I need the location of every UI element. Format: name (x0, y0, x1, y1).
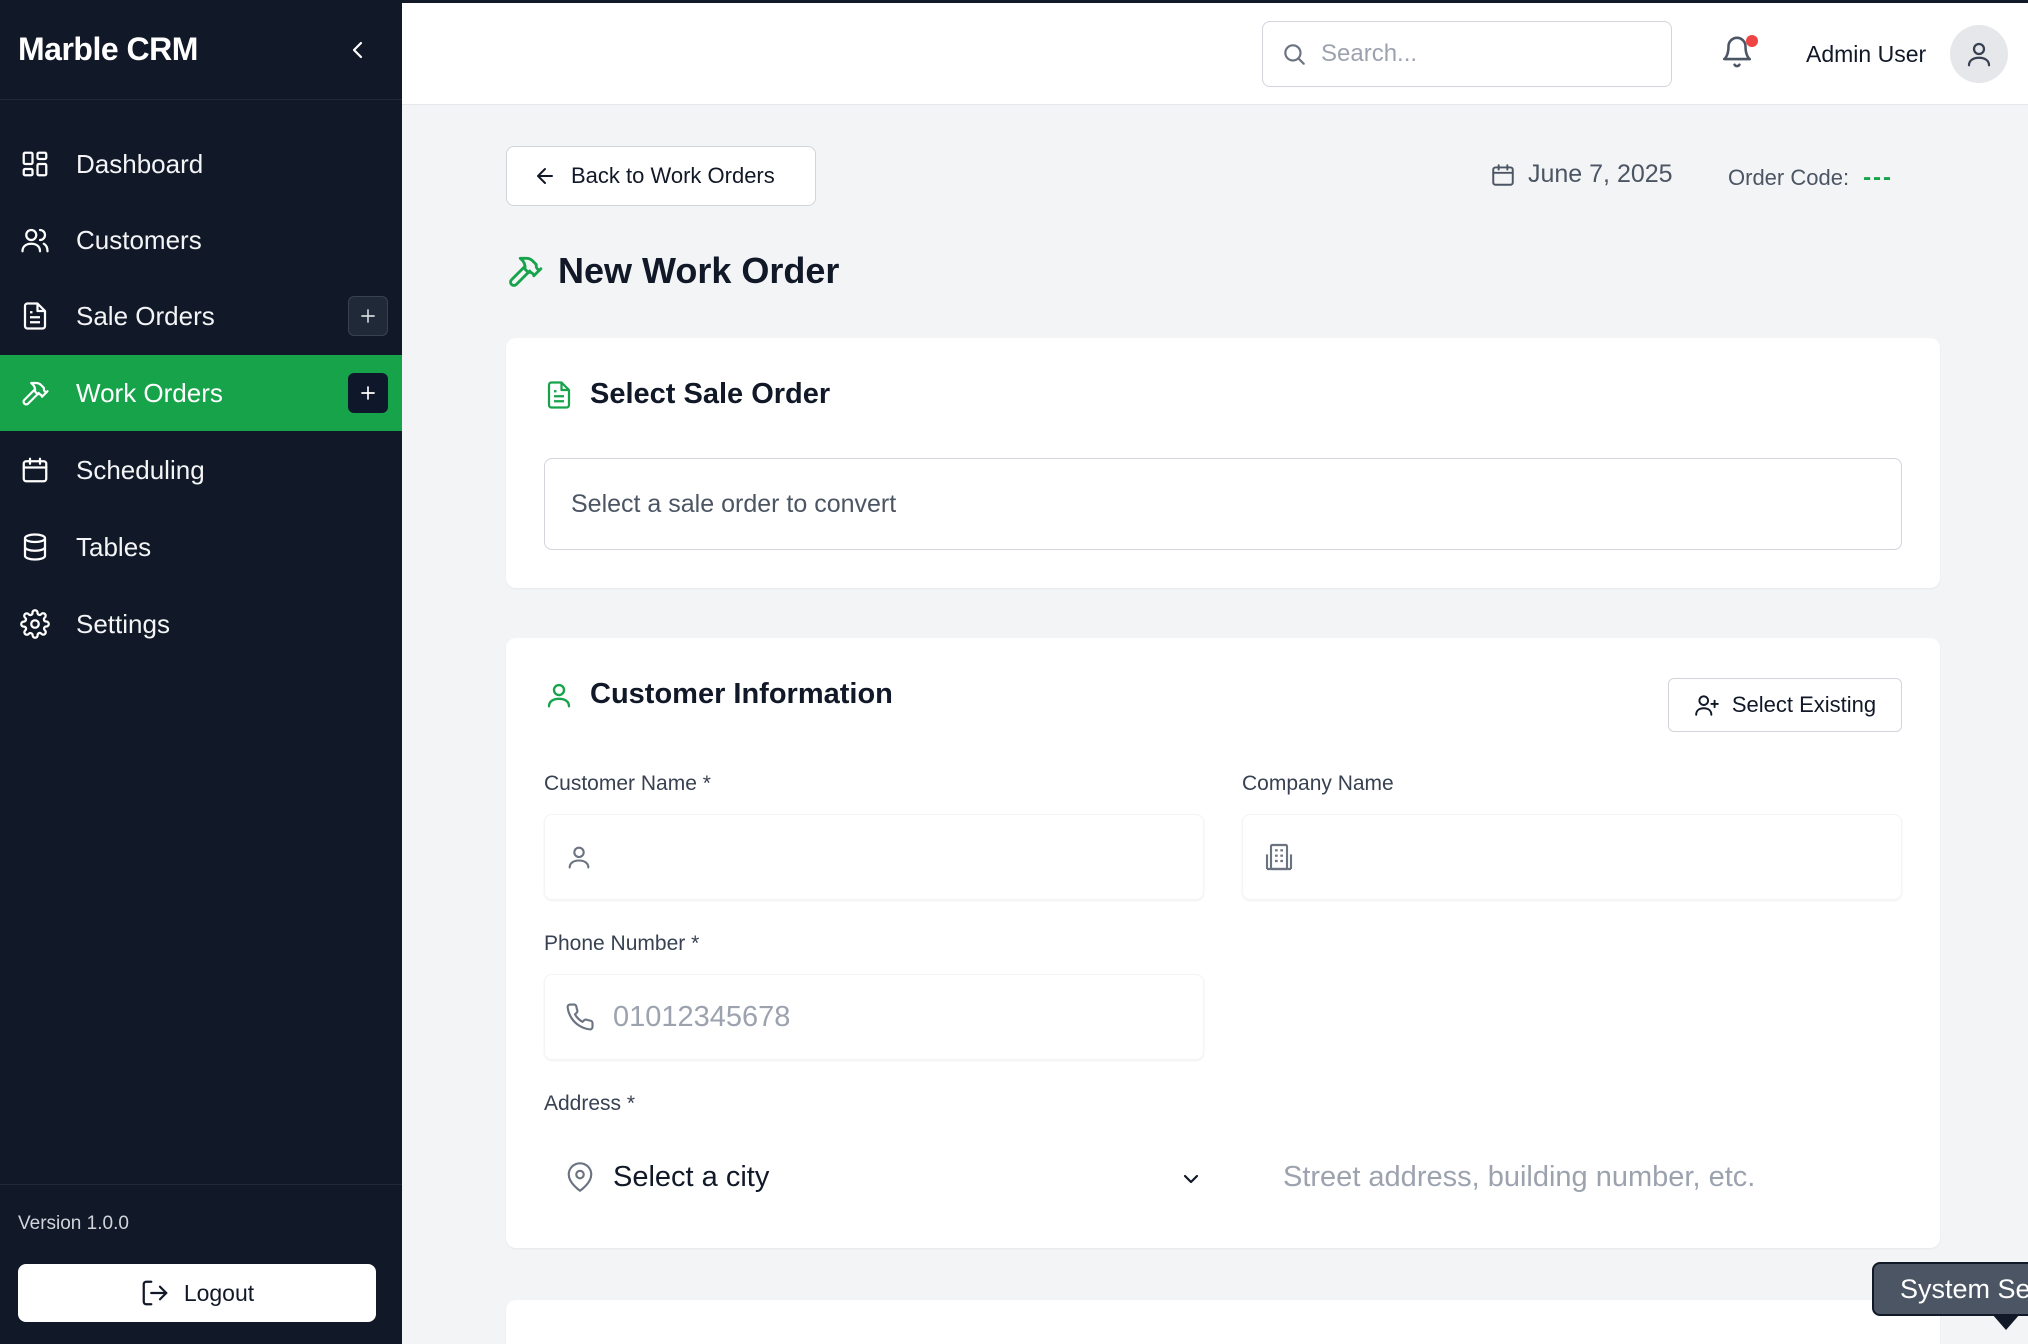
top-border (0, 0, 2028, 3)
sidebar-item-sale-orders[interactable]: Sale Orders (0, 278, 402, 354)
chevron-down-icon (1183, 1174, 1199, 1184)
sidebar-item-label: Work Orders (76, 377, 223, 408)
search-icon (1284, 44, 1305, 65)
topbar: Admin User (402, 3, 2028, 105)
select-existing-label: Select Existing (1731, 692, 1877, 717)
customer-title-text: Customer Information (590, 678, 893, 710)
company-name-field[interactable] (1242, 814, 1902, 900)
date-text: June 7, 2025 (1528, 160, 1673, 188)
chevron-left-icon (352, 41, 363, 58)
select-existing-button[interactable]: Select Existing (1668, 678, 1902, 732)
address-label: Address * (544, 1092, 636, 1115)
document-icon (18, 299, 52, 333)
phone-input[interactable] (613, 1000, 1173, 1034)
user-plus-icon (1695, 695, 1719, 716)
phone-label: Phone Number * (544, 932, 700, 955)
order-date: June 7, 2025 (1490, 160, 1673, 189)
customer-name-label: Customer Name * (544, 772, 711, 795)
notification-badge (1746, 35, 1758, 47)
customer-name-input[interactable] (611, 840, 1171, 874)
sidebar-item-label: Tables (76, 531, 152, 562)
plus-icon (361, 386, 375, 400)
sidebar-item-label: Customers (76, 224, 202, 255)
plus-icon (361, 309, 375, 323)
street-address-input[interactable] (1283, 1160, 1883, 1194)
back-label: Back to Work Orders (571, 163, 775, 188)
sidebar-item-scheduling[interactable]: Scheduling (0, 432, 402, 508)
tooltip: System Se (1872, 1262, 2028, 1316)
add-sale-order-button[interactable] (348, 296, 388, 336)
city-select[interactable]: Select a city (544, 1134, 1204, 1220)
gear-icon (18, 607, 52, 641)
sidebar-item-tables[interactable]: Tables (0, 509, 402, 585)
sidebar-item-label: Sale Orders (76, 300, 215, 331)
version-text: Version 1.0.0 (18, 1213, 129, 1234)
database-icon (18, 530, 52, 564)
company-name-label: Company Name (1242, 772, 1394, 795)
next-card (506, 1300, 1940, 1344)
sidebar-item-label: Scheduling (76, 454, 205, 485)
notifications-button[interactable] (1720, 35, 1760, 75)
logout-label: Logout (183, 1279, 255, 1306)
logout-button[interactable]: Logout (18, 1264, 376, 1322)
add-work-order-button[interactable] (348, 373, 388, 413)
sidebar: Marble CRM Dashboard Customers Sale Orde… (0, 0, 402, 1344)
avatar[interactable] (1950, 25, 2008, 83)
document-icon (547, 380, 571, 409)
logout-icon (142, 1280, 168, 1306)
order-code-label: Order Code: (1728, 165, 1850, 190)
sale-order-select[interactable]: Select a sale order to convert (544, 458, 1902, 550)
order-code: Order Code: --- (1728, 164, 1893, 192)
brand-logo: Marble CRM (18, 31, 198, 67)
sale-order-select-placeholder: Select a sale order to convert (571, 489, 897, 518)
customer-card-title: Customer Information (544, 678, 893, 711)
tooltip-arrow (1992, 1314, 2020, 1330)
sidebar-item-settings[interactable]: Settings (0, 586, 402, 662)
street-address-field[interactable] (1242, 1134, 1902, 1220)
city-select-value: Select a city (613, 1160, 770, 1193)
order-code-value: --- (1863, 164, 1894, 191)
hammer-icon (509, 256, 543, 287)
calendar-icon (1492, 163, 1514, 186)
collapse-sidebar-button[interactable] (338, 30, 378, 70)
arrow-left-icon (537, 168, 553, 184)
sidebar-item-work-orders[interactable]: Work Orders (0, 355, 402, 431)
user-icon (568, 846, 590, 869)
sidebar-item-dashboard[interactable]: Dashboard (0, 126, 402, 202)
calendar-icon (18, 453, 52, 487)
sidebar-item-label: Settings (76, 608, 170, 639)
sidebar-item-label: Dashboard (76, 148, 204, 179)
sidebar-item-customers[interactable]: Customers (0, 202, 402, 278)
user-name: Admin User (1806, 41, 1927, 67)
user-icon (1967, 42, 1991, 67)
user-icon (547, 683, 571, 707)
hammer-icon (18, 376, 52, 410)
phone-field[interactable] (544, 974, 1204, 1060)
page-title-text: New Work Order (558, 250, 840, 291)
sale-order-card-title: Select Sale Order (544, 378, 830, 411)
tooltip-text: System Se (1900, 1273, 2028, 1304)
users-icon (18, 223, 52, 257)
customer-name-field[interactable] (544, 814, 1204, 900)
search-input[interactable] (1321, 40, 1651, 68)
search-box[interactable] (1262, 21, 1672, 87)
map-pin-icon (567, 1162, 593, 1192)
back-to-work-orders-button[interactable]: Back to Work Orders (506, 146, 816, 206)
company-name-input[interactable] (1313, 840, 1873, 874)
sidebar-footer: Version 1.0.0 Logout (0, 1184, 402, 1344)
building-icon (1265, 843, 1293, 871)
dashboard-icon (18, 147, 52, 181)
sale-order-title-text: Select Sale Order (590, 378, 831, 410)
sidebar-header: Marble CRM (0, 0, 402, 100)
page-title: New Work Order (506, 250, 839, 292)
customer-info-card: Customer Information Select Existing Cus… (506, 638, 1940, 1248)
phone-icon (566, 1003, 594, 1031)
sale-order-card: Select Sale Order Select a sale order to… (506, 338, 1940, 588)
